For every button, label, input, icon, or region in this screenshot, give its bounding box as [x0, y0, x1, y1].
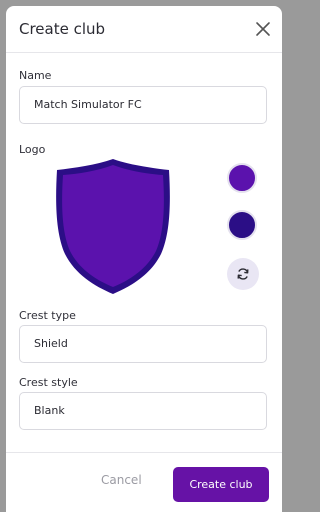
create-club-button[interactable]: Create club [173, 467, 269, 502]
dialog-footer: Cancel Create club [6, 452, 282, 512]
crest-type-select[interactable]: Shield [19, 325, 267, 363]
close-icon[interactable] [254, 20, 272, 38]
secondary-color-swatch[interactable] [227, 210, 257, 240]
name-label: Name [19, 69, 52, 82]
name-input[interactable]: Match Simulator FC [19, 86, 267, 124]
logo-label: Logo [19, 143, 46, 156]
refresh-colors-button[interactable] [227, 258, 259, 290]
crest-shield-logo [56, 159, 170, 294]
refresh-icon [237, 268, 249, 280]
crest-style-label: Crest style [19, 376, 78, 389]
dialog-header: Create club [6, 6, 282, 53]
dialog-title: Create club [19, 20, 106, 38]
crest-style-select[interactable]: Blank [19, 392, 267, 430]
cancel-button[interactable]: Cancel [101, 473, 142, 487]
crest-type-label: Crest type [19, 309, 76, 322]
create-club-dialog: Create club Name Match Simulator FC Logo… [6, 6, 282, 512]
primary-color-swatch[interactable] [227, 163, 257, 193]
